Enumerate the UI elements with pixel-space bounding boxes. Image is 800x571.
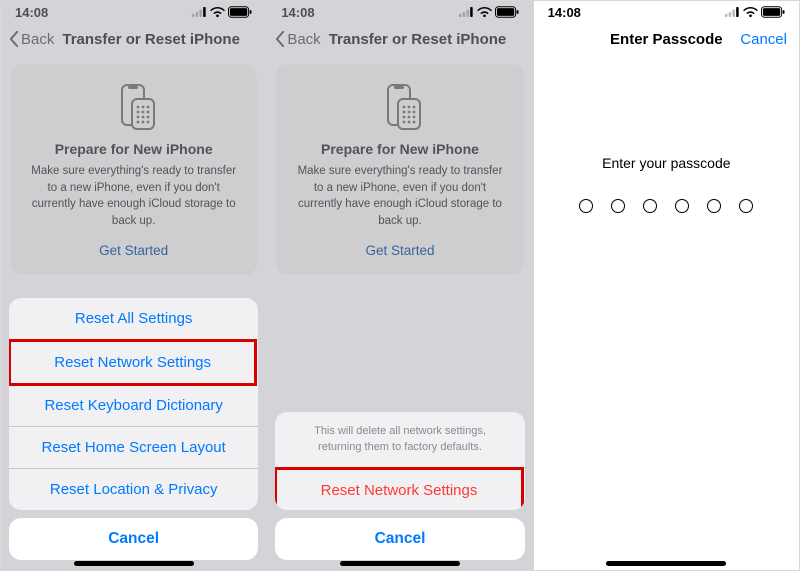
back-button[interactable]: Back: [9, 31, 54, 48]
status-icons: [191, 6, 252, 18]
card-body: Make sure everything's ready to transfer…: [293, 163, 506, 230]
cellular-icon: [191, 7, 207, 17]
reset-action-sheet: Reset All Settings Reset Network Setting…: [9, 298, 258, 560]
home-indicator[interactable]: [606, 561, 726, 566]
passcode-dots: [534, 199, 799, 213]
nav-title: Transfer or Reset iPhone: [62, 31, 240, 48]
nav-bar: Back Transfer or Reset iPhone: [267, 23, 532, 55]
passcode-dot: [675, 199, 689, 213]
screen-reset-options: 14:08 Back Transfer or Reset iPhone: [1, 1, 267, 570]
confirm-reset-network-button[interactable]: Reset Network Settings: [275, 467, 523, 510]
status-time: 14:08: [15, 5, 48, 20]
back-label: Back: [287, 31, 320, 48]
card-body: Make sure everything's ready to transfer…: [27, 163, 240, 230]
reset-all-settings-button[interactable]: Reset All Settings: [9, 298, 258, 340]
reset-keyboard-dictionary-button[interactable]: Reset Keyboard Dictionary: [9, 385, 258, 427]
battery-icon: [228, 6, 252, 18]
passcode-dot: [579, 199, 593, 213]
status-bar: 14:08: [534, 1, 799, 23]
reset-network-settings-button[interactable]: Reset Network Settings: [9, 339, 257, 386]
passcode-dot: [643, 199, 657, 213]
nav-title: Enter Passcode: [610, 31, 723, 48]
nav-bar: Enter Passcode Cancel: [534, 23, 799, 55]
nav-bar: Back Transfer or Reset iPhone: [1, 23, 266, 55]
confirm-action-sheet: This will delete all network settings, r…: [275, 412, 524, 560]
wifi-icon: [210, 7, 225, 18]
status-bar: 14:08: [267, 1, 532, 23]
back-button[interactable]: Back: [275, 31, 320, 48]
card-heading: Prepare for New iPhone: [293, 141, 506, 157]
passcode-dot: [707, 199, 721, 213]
screen-confirm-reset-network: 14:08 Back Transfer or Reset iPhone: [267, 1, 533, 570]
passcode-entry-area: Enter your passcode: [534, 155, 799, 213]
home-indicator[interactable]: [74, 561, 194, 566]
card-heading: Prepare for New iPhone: [27, 141, 240, 157]
home-indicator[interactable]: [340, 561, 460, 566]
passcode-dot: [739, 199, 753, 213]
status-icons: [458, 6, 519, 18]
sheet-message: This will delete all network settings, r…: [275, 412, 524, 468]
battery-icon: [495, 6, 519, 18]
cancel-button[interactable]: Cancel: [9, 518, 258, 560]
back-label: Back: [21, 31, 54, 48]
passcode-dot: [611, 199, 625, 213]
cancel-button[interactable]: Cancel: [275, 518, 524, 560]
status-icons: [724, 6, 785, 18]
three-screenshot-row: 14:08 Back Transfer or Reset iPhone: [0, 0, 800, 571]
wifi-icon: [743, 7, 758, 18]
reset-home-screen-layout-button[interactable]: Reset Home Screen Layout: [9, 427, 258, 469]
get-started-button[interactable]: Get Started: [99, 243, 168, 258]
get-started-button[interactable]: Get Started: [365, 243, 434, 258]
iphone-transfer-illustration: [370, 83, 430, 131]
chevron-left-icon: [9, 31, 19, 47]
battery-icon: [761, 6, 785, 18]
status-bar: 14:08: [1, 1, 266, 23]
cellular-icon: [724, 7, 740, 17]
prepare-card: Prepare for New iPhone Make sure everyth…: [277, 65, 522, 274]
iphone-transfer-illustration: [104, 83, 164, 131]
reset-location-privacy-button[interactable]: Reset Location & Privacy: [9, 469, 258, 510]
status-time: 14:08: [281, 5, 314, 20]
chevron-left-icon: [275, 31, 285, 47]
cellular-icon: [458, 7, 474, 17]
prepare-card: Prepare for New iPhone Make sure everyth…: [11, 65, 256, 274]
status-time: 14:08: [548, 5, 581, 20]
nav-title: Transfer or Reset iPhone: [329, 31, 507, 48]
cancel-button[interactable]: Cancel: [740, 31, 787, 48]
screen-enter-passcode: 14:08 Enter Passcode Cancel Enter your p…: [534, 1, 799, 570]
wifi-icon: [477, 7, 492, 18]
passcode-prompt: Enter your passcode: [534, 155, 799, 171]
